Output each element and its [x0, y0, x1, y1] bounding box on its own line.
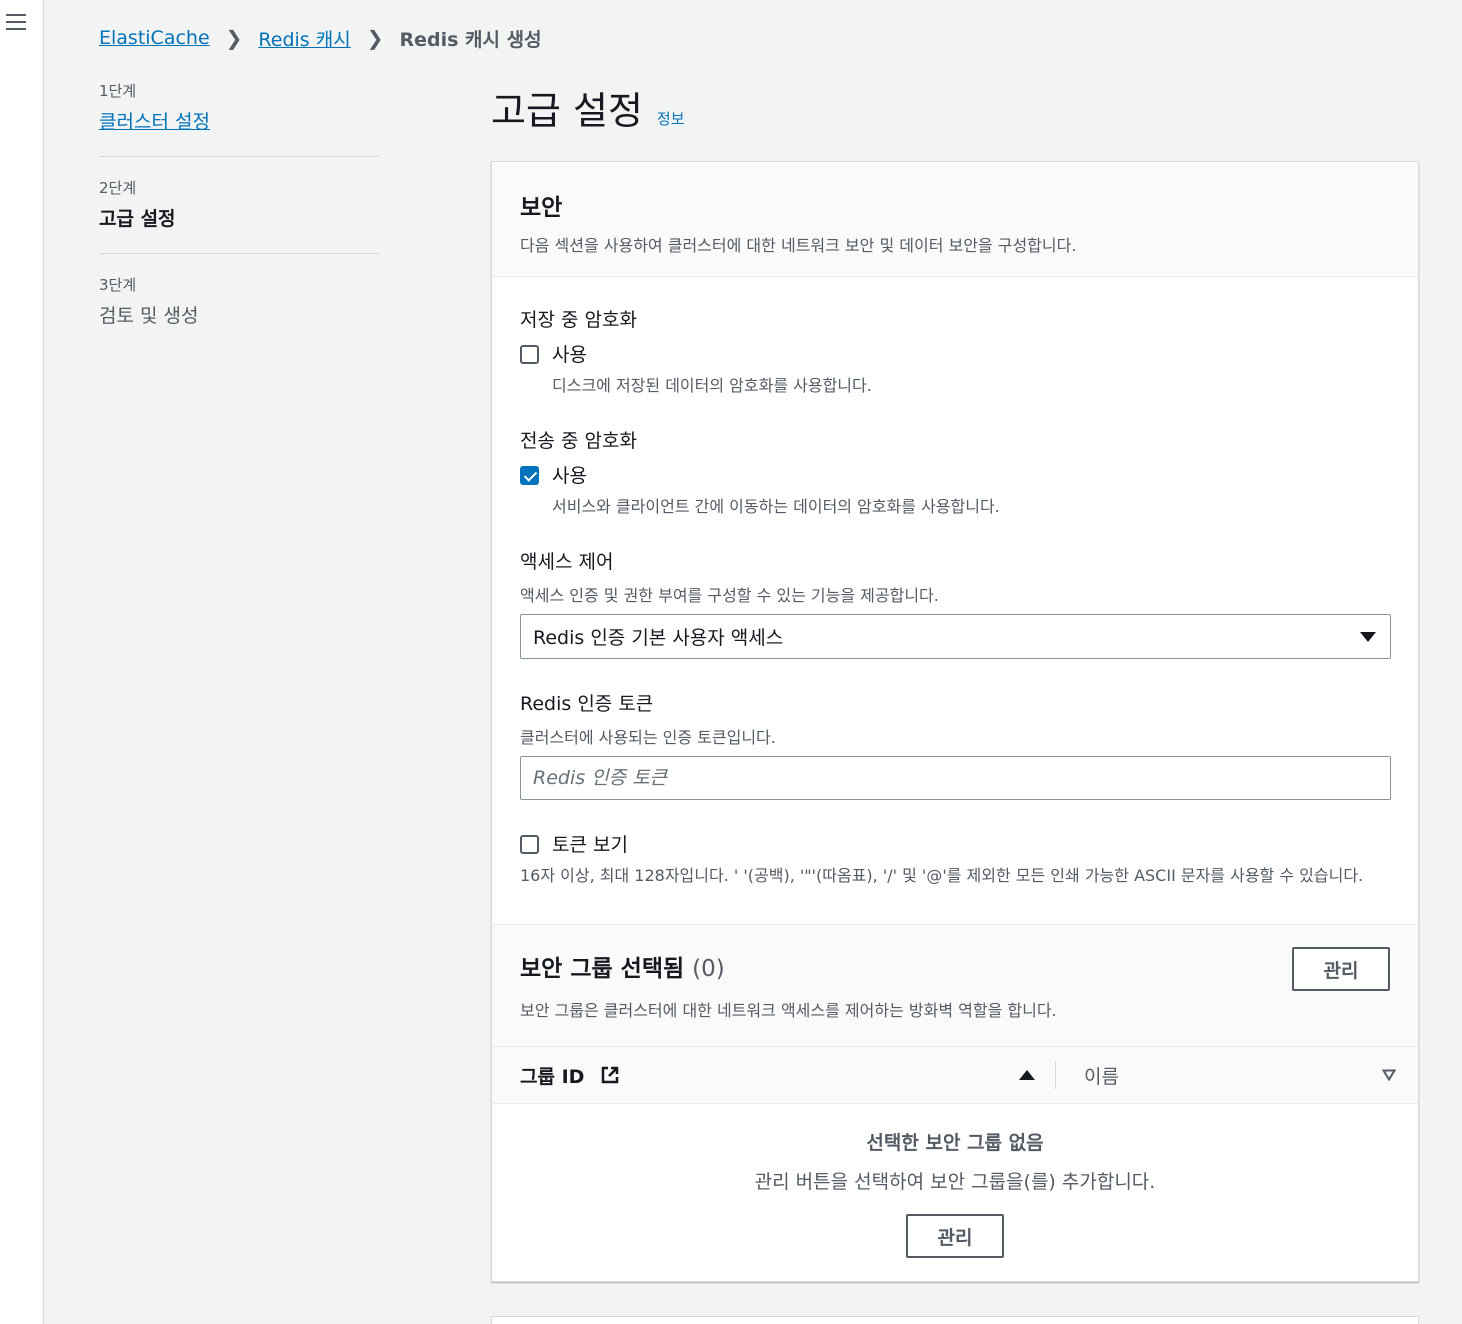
access-control-desc: 액세스 인증 및 권한 부여를 구성할 수 있는 기능을 제공합니다.	[520, 586, 939, 605]
sort-ascending-icon	[1019, 1070, 1035, 1080]
access-control-selected-value: Redis 인증 기본 사용자 액세스	[533, 627, 784, 649]
column-header-name[interactable]: 이름	[1056, 1062, 1418, 1089]
left-nav-rail	[0, 0, 44, 1324]
encryption-at-rest-option-desc: 디스크에 저장된 데이터의 암호화를 사용합니다.	[552, 376, 872, 395]
breadcrumb: ElastiCache ❯ Redis 캐시 ❯ Redis 캐시 생성	[99, 24, 542, 52]
step-number: 3단계	[99, 276, 137, 294]
column-header-group-id[interactable]: 그룹 ID	[492, 1061, 1056, 1089]
access-control-field: 액세스 제어 액세스 인증 및 권한 부여를 구성할 수 있는 기능을 제공합니…	[520, 547, 1391, 659]
access-control-select[interactable]: Redis 인증 기본 사용자 액세스	[520, 614, 1391, 659]
security-groups-title-text: 보안 그룹 선택됨	[520, 956, 685, 982]
column-name-label: 이름	[1084, 1065, 1119, 1088]
security-description: 다음 섹션을 사용하여 클러스터에 대한 네트워크 보안 및 데이터 보안을 구…	[520, 236, 1077, 255]
auth-token-desc: 클러스터에 사용되는 인증 토큰입니다.	[520, 728, 776, 747]
breadcrumb-redis-cache[interactable]: Redis 캐시	[258, 25, 350, 52]
encryption-at-rest-option: 사용	[520, 340, 1390, 367]
empty-state-manage-button[interactable]: 관리	[906, 1214, 1004, 1258]
manage-button[interactable]: 관리	[1292, 947, 1390, 991]
step-number: 1단계	[99, 82, 137, 100]
encryption-in-transit-checkbox[interactable]	[520, 466, 539, 485]
wizard-steps: 1단계 클러스터 설정 2단계 고급 설정 3단계 검토 및 생성	[99, 80, 379, 350]
page-title: 고급 설정	[491, 89, 643, 133]
step-number: 2단계	[99, 179, 137, 197]
security-groups-desc: 보안 그룹은 클러스터에 대한 네트워크 액세스를 제어하는 방화벽 역할을 합…	[520, 1001, 1057, 1020]
step-3: 3단계 검토 및 생성	[99, 253, 379, 350]
show-token-label: 토큰 보기	[552, 834, 628, 856]
security-panel-header: 보안 다음 섹션을 사용하여 클러스터에 대한 네트워크 보안 및 데이터 보안…	[492, 162, 1418, 277]
encryption-at-rest-field: 저장 중 암호화 사용 디스크에 저장된 데이터의 암호화를 사용합니다.	[520, 305, 1390, 396]
info-link[interactable]: 정보	[657, 108, 685, 129]
menu-icon[interactable]	[6, 14, 26, 30]
breadcrumb-current: Redis 캐시 생성	[399, 28, 542, 51]
encryption-in-transit-option-desc: 서비스와 클라이언트 간에 이동하는 데이터의 암호화를 사용합니다.	[552, 497, 1000, 516]
auth-token-field: Redis 인증 토큰 클러스터에 사용되는 인증 토큰입니다.	[520, 689, 1391, 800]
security-panel: 보안 다음 섹션을 사용하여 클러스터에 대한 네트워크 보안 및 데이터 보안…	[491, 161, 1419, 1282]
security-groups-count: (0)	[692, 956, 725, 982]
security-groups-header: 보안 그룹 선택됨 (0) 보안 그룹은 클러스터에 대한 네트워크 액세스를 …	[492, 925, 1418, 1047]
token-hint: 16자 이상, 최대 128자입니다. ' '(공백), '"'(따옴표), '…	[520, 866, 1364, 885]
security-groups-empty-state: 선택한 보안 그룹 없음 관리 버튼을 선택하여 보안 그룹을(를) 추가합니다…	[492, 1104, 1418, 1258]
next-panel	[491, 1316, 1419, 1324]
page-header: 고급 설정 정보	[491, 80, 685, 135]
security-title: 보안	[520, 195, 563, 221]
sort-descending-icon	[1382, 1069, 1396, 1081]
chevron-right-icon: ❯	[225, 26, 243, 50]
security-groups-table-header: 그룹 ID 이름	[492, 1047, 1418, 1104]
external-link-icon	[602, 1066, 619, 1084]
access-control-label: 액세스 제어	[520, 551, 614, 573]
encryption-in-transit-option: 사용	[520, 461, 1390, 488]
empty-state-desc: 관리 버튼을 선택하여 보안 그룹을(를) 추가합니다.	[754, 1171, 1156, 1193]
step-review-and-create: 검토 및 생성	[99, 305, 199, 327]
encryption-at-rest-label: 저장 중 암호화	[520, 309, 637, 331]
encryption-in-transit-field: 전송 중 암호화 사용 서비스와 클라이언트 간에 이동하는 데이터의 암호화를…	[520, 426, 1390, 517]
breadcrumb-elasticache[interactable]: ElastiCache	[99, 27, 210, 49]
column-group-id-label: 그룹 ID	[520, 1065, 585, 1088]
show-token-checkbox[interactable]	[520, 835, 539, 854]
step-current-advanced-settings: 고급 설정	[99, 208, 176, 230]
encryption-at-rest-option-label: 사용	[552, 344, 587, 366]
step-link-cluster-settings[interactable]: 클러스터 설정	[99, 107, 379, 134]
empty-state-title: 선택한 보안 그룹 없음	[866, 1132, 1044, 1154]
show-token-option: 토큰 보기	[520, 830, 1390, 857]
security-groups-section: 보안 그룹 선택됨 (0) 보안 그룹은 클러스터에 대한 네트워크 액세스를 …	[492, 924, 1418, 1258]
show-token-field: 토큰 보기 16자 이상, 최대 128자입니다. ' '(공백), '"'(따…	[520, 830, 1390, 887]
step-1: 1단계 클러스터 설정	[99, 80, 379, 156]
auth-token-input[interactable]	[520, 756, 1391, 800]
chevron-right-icon: ❯	[366, 26, 384, 50]
encryption-in-transit-label: 전송 중 암호화	[520, 430, 637, 452]
security-groups-title: 보안 그룹 선택됨 (0)	[520, 949, 1390, 983]
security-panel-body: 저장 중 암호화 사용 디스크에 저장된 데이터의 암호화를 사용합니다. 전송…	[492, 277, 1418, 887]
caret-down-icon	[1360, 631, 1376, 642]
encryption-at-rest-checkbox[interactable]	[520, 345, 539, 364]
auth-token-label: Redis 인증 토큰	[520, 693, 654, 715]
encryption-in-transit-option-label: 사용	[552, 465, 587, 487]
step-2: 2단계 고급 설정	[99, 156, 379, 253]
